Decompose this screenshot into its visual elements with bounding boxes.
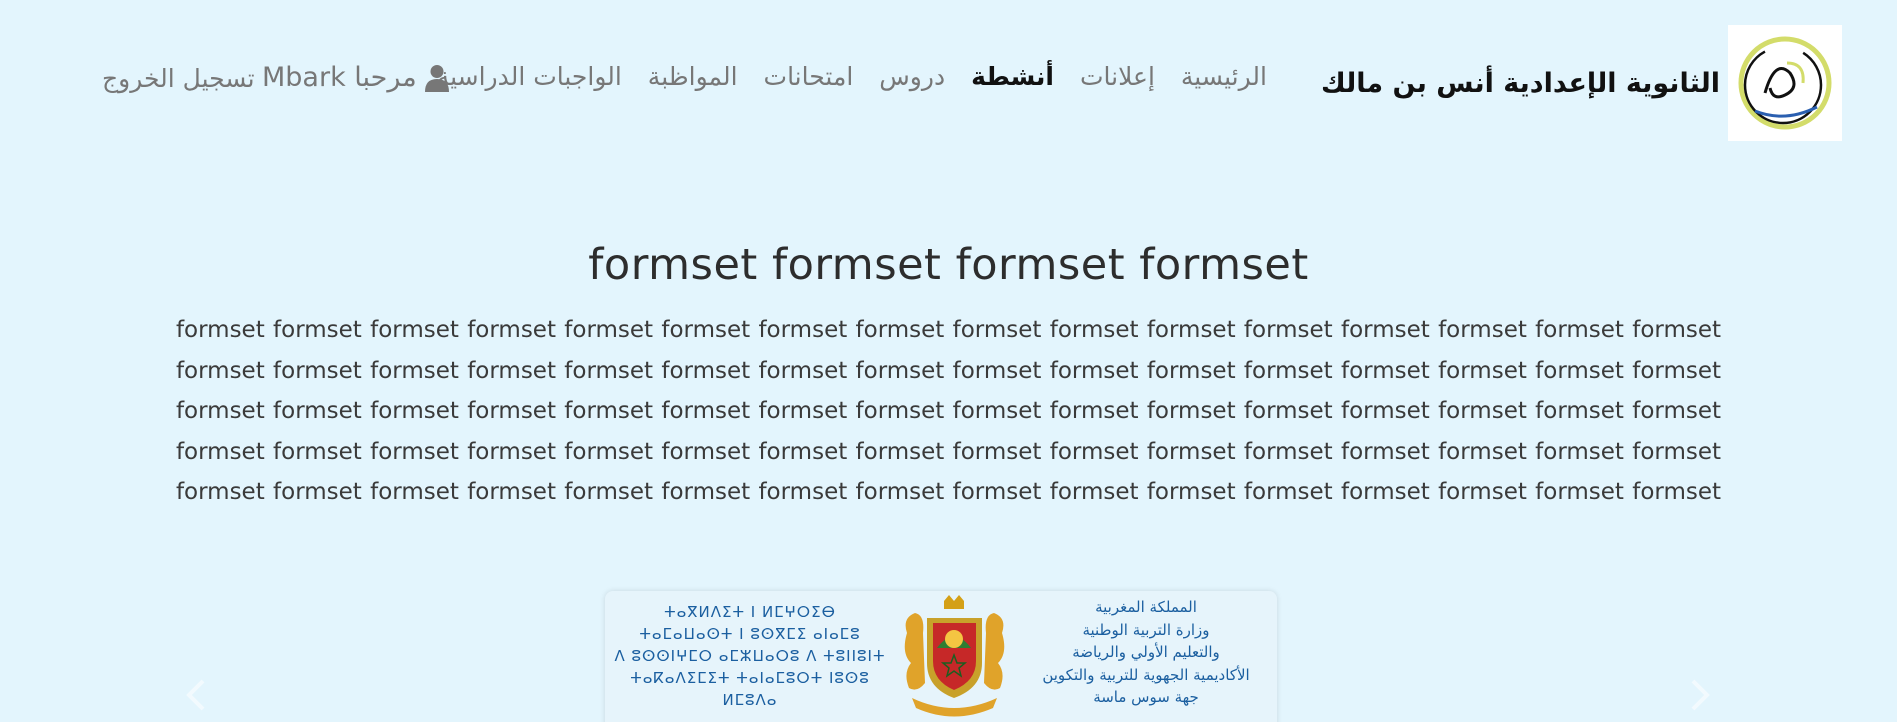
- nav-item-homework[interactable]: الواجبات الدراسية: [437, 62, 622, 91]
- nav-item-activities[interactable]: أنشطة: [971, 62, 1054, 91]
- slide-arabic-text: المملكة المغربية وزارة التربية الوطنية و…: [1015, 596, 1277, 709]
- coat-of-arms-icon: [897, 593, 1012, 718]
- arabic-line: وزارة التربية الوطنية: [1082, 620, 1210, 639]
- arabic-line: الأكاديمية الجهوية للتربية والتكوين: [1042, 665, 1250, 684]
- arabic-line: والتعليم الأولي والرياضة: [1072, 643, 1220, 661]
- user-greeting-text: مرحبا Mbark: [262, 62, 417, 93]
- user-icon: [424, 64, 449, 92]
- arabic-line: جهة سوس ماسة: [1093, 688, 1199, 706]
- nav-item-exams[interactable]: امتحانات: [764, 62, 854, 91]
- chevron-left-icon: [186, 679, 205, 711]
- arabic-line: المملكة المغربية: [1095, 598, 1197, 616]
- top-navbar: الثانوية الإعدادية أنس بن مالك الرئيسية …: [0, 0, 1897, 168]
- main-nav: الرئيسية إعلانات أنشطة دروس امتحانات الم…: [437, 62, 1267, 91]
- page-title: formset formset formset formset: [588, 240, 1309, 290]
- nav-item-attendance[interactable]: المواظبة: [648, 62, 738, 91]
- slide-tifinagh-text: ⵜⴰⴳⵍⴷⵉⵜ ⵏ ⵍⵎⵖⵔⵉⴱ ⵜⴰⵎⴰⵡⴰⵙⵜ ⵏ ⵓⵙⴳⵎⵉ ⴰⵏⴰⵎⵓ …: [605, 601, 895, 711]
- carousel-next-button[interactable]: [1680, 675, 1720, 715]
- page-description: formset formset formset formset formset …: [175, 317, 1722, 506]
- carousel-slide: ⵜⴰⴳⵍⴷⵉⵜ ⵏ ⵍⵎⵖⵔⵉⴱ ⵜⴰⵎⴰⵡⴰⵙⵜ ⵏ ⵓⵙⴳⵎⵉ ⴰⵏⴰⵎⵓ …: [605, 591, 1277, 722]
- logout-link[interactable]: تسجيل الخروج: [102, 64, 255, 93]
- user-greeting[interactable]: مرحبا Mbark: [262, 62, 449, 93]
- tifinagh-line: ⵜⴰⴳⵍⴷⵉⵜ ⵏ ⵍⵎⵖⵔⵉⴱ: [664, 603, 836, 621]
- tifinagh-line: ⵜⴰⵎⴰⵡⴰⵙⵜ ⵏ ⵓⵙⴳⵎⵉ ⴰⵏⴰⵎⵓ: [639, 625, 861, 643]
- school-name: الثانوية الإعدادية أنس بن مالك: [1320, 67, 1721, 99]
- tifinagh-line: ⵜⴰⴽⴰⴷⵉⵎⵉⵜ ⵜⴰⵏⴰⵎⵓⵔⵜ ⵏⵓⵙⵓ ⵍⵎⵓⴷⴰ: [630, 669, 870, 709]
- tifinagh-line: ⴷ ⵓⵙⵙⵏⵖⵎⵔ ⴰⵎⵣⵡⴰⵔⵓ ⴷ ⵜⵓⵏⵏⵓⵏⵜ: [614, 647, 886, 665]
- brand-home-link[interactable]: الثانوية الإعدادية أنس بن مالك: [1321, 25, 1842, 141]
- carousel-prev-button[interactable]: [176, 675, 216, 715]
- nav-item-lessons[interactable]: دروس: [879, 62, 945, 91]
- image-carousel: ⵜⴰⴳⵍⴷⵉⵜ ⵏ ⵍⵎⵖⵔⵉⴱ ⵜⴰⵎⴰⵡⴰⵙⵜ ⵏ ⵓⵙⴳⵎⵉ ⴰⵏⴰⵎⵓ …: [0, 585, 1897, 722]
- chevron-right-icon: [1691, 679, 1710, 711]
- nav-item-announcements[interactable]: إعلانات: [1080, 62, 1155, 91]
- nav-item-home[interactable]: الرئيسية: [1181, 62, 1267, 91]
- school-logo-icon: [1728, 25, 1842, 141]
